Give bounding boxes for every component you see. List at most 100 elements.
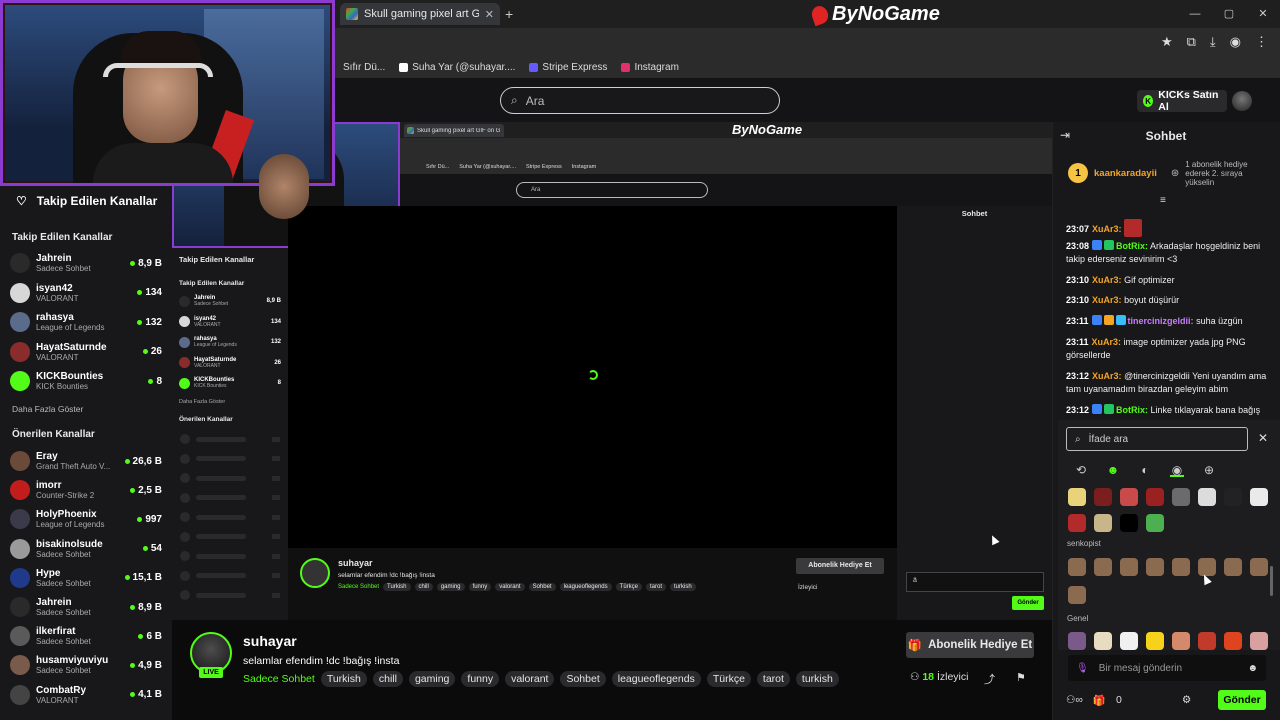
- sidebar-channel-holyphoenix[interactable]: HolyPhoenix League of Legends 997: [10, 506, 162, 532]
- maximize-button[interactable]: ▢: [1212, 0, 1246, 28]
- sidebar-channel-hype[interactable]: Hype Sadece Sohbet 15,1 B: [10, 565, 162, 591]
- emote[interactable]: [1224, 488, 1242, 506]
- sidebar-channel-hayatsaturnde[interactable]: HayatSaturnde VALORANT 26: [10, 339, 162, 365]
- tag-chip[interactable]: Türkçe: [706, 671, 751, 687]
- message-username[interactable]: XuAr3:: [1092, 371, 1122, 381]
- bookmark-item[interactable]: Stripe Express: [529, 62, 607, 73]
- tag-chip[interactable]: funny: [461, 671, 500, 687]
- tag-chip[interactable]: leagueoflegends: [611, 671, 701, 687]
- sidebar-channel-eray[interactable]: Eray Grand Theft Auto V... 26,6 B: [10, 448, 162, 474]
- category-link[interactable]: Sadece Sohbet: [243, 671, 315, 687]
- gift-subscription-button[interactable]: 🎁 Abonelik Hediye Et: [906, 632, 1034, 658]
- gift-icon[interactable]: 🎁: [1093, 694, 1106, 707]
- extensions-icon[interactable]: ⧉: [1187, 34, 1196, 50]
- emote-scrollbar[interactable]: [1270, 566, 1273, 596]
- buy-kicks-button[interactable]: K KICKs Satın Al: [1137, 89, 1227, 113]
- sidebar-channel-rahasya[interactable]: rahasya League of Legends 132: [10, 309, 162, 335]
- channel-emotes-icon[interactable]: ◐: [1138, 463, 1152, 477]
- sidebar-channel-kickbounties[interactable]: KICKBounties KICK Bounties 8: [10, 368, 162, 394]
- global-emotes-icon[interactable]: ⊕: [1202, 463, 1216, 477]
- message-username[interactable]: XuAr3:: [1092, 295, 1122, 305]
- emote[interactable]: [1068, 586, 1086, 604]
- search-input[interactable]: ⌕ Ara: [500, 87, 780, 114]
- gifter-name[interactable]: kaankaradayii: [1094, 168, 1157, 179]
- more-options-icon[interactable]: ⚑: [1016, 671, 1026, 684]
- recent-emotes-icon[interactable]: ⟲: [1074, 463, 1088, 477]
- tag-chip[interactable]: turkish: [795, 671, 839, 687]
- emote[interactable]: [1094, 488, 1112, 506]
- tag-chip[interactable]: chill: [372, 671, 403, 687]
- bookmark-star-icon[interactable]: ★: [1161, 34, 1173, 50]
- show-more-link[interactable]: Daha Fazla Göster: [12, 404, 83, 414]
- sidebar-channel-imorr[interactable]: imorr Counter-Strike 2 2,5 B: [10, 477, 162, 503]
- sidebar-channel-jahrein[interactable]: Jahrein Sadece Sohbet 8,9 B: [10, 594, 162, 620]
- microphone-icon[interactable]: 🎙: [1076, 663, 1089, 674]
- message-username[interactable]: XuAr3:: [1092, 275, 1122, 285]
- emote[interactable]: [1094, 558, 1112, 576]
- tab-close-icon[interactable]: ✕: [485, 8, 494, 21]
- message-username[interactable]: XuAr3:: [1092, 224, 1122, 234]
- emote[interactable]: [1250, 632, 1268, 650]
- address-bar[interactable]: [335, 28, 1280, 56]
- message-username[interactable]: XuAr3:: [1092, 337, 1122, 347]
- emote[interactable]: [1068, 488, 1086, 506]
- emote[interactable]: [1172, 488, 1190, 506]
- emote[interactable]: [1198, 632, 1216, 650]
- emote[interactable]: [1120, 632, 1138, 650]
- close-icon[interactable]: ✕: [1258, 431, 1268, 445]
- user-avatar[interactable]: [1232, 91, 1252, 111]
- window-close-button[interactable]: ✕: [1246, 0, 1280, 28]
- browser-menu-icon[interactable]: ⋮: [1255, 34, 1268, 50]
- profile-icon[interactable]: ◉: [1230, 34, 1241, 50]
- emote[interactable]: [1094, 632, 1112, 650]
- sidebar-channel-ilkerfirat[interactable]: ilkerfirat Sadece Sohbet 6 B: [10, 623, 162, 649]
- emote[interactable]: [1120, 558, 1138, 576]
- emote[interactable]: [1172, 558, 1190, 576]
- bookmark-item[interactable]: Sıfır Dü...: [343, 62, 385, 73]
- message-username[interactable]: BotRix:: [1116, 241, 1148, 251]
- emote[interactable]: [1224, 632, 1242, 650]
- emote[interactable]: [1120, 514, 1138, 532]
- bookmark-item[interactable]: Suha Yar (@suhayar....: [399, 62, 515, 73]
- sidebar-header[interactable]: ♡ Takip Edilen Kanallar: [0, 188, 172, 214]
- points-icon[interactable]: ⚇∞: [1066, 694, 1083, 706]
- tag-chip[interactable]: tarot: [756, 671, 790, 687]
- emote[interactable]: [1146, 514, 1164, 532]
- emote-search-input[interactable]: ⌕ İfade ara: [1066, 427, 1248, 451]
- send-button[interactable]: Gönder: [1218, 690, 1266, 710]
- browser-tab[interactable]: Skull gaming pixel art GIF on G ✕: [340, 3, 500, 25]
- tag-chip[interactable]: valorant: [505, 671, 555, 687]
- streamer-name[interactable]: suhayar: [243, 633, 297, 649]
- sidebar-channel-husamviyuviyu[interactable]: husamviyuviyu Sadece Sohbet 4,9 B: [10, 652, 162, 678]
- emote[interactable]: [1224, 558, 1242, 576]
- tag-chip[interactable]: Turkish: [320, 671, 367, 687]
- minimize-button[interactable]: —: [1178, 0, 1212, 28]
- sidebar-channel-bisakinolsude[interactable]: bisakinolsude Sadece Sohbet 54: [10, 536, 162, 562]
- sidebar-channel-isyan42[interactable]: isyan42 VALORANT 134: [10, 280, 162, 306]
- emote[interactable]: [1146, 558, 1164, 576]
- pinned-expand-icon[interactable]: ≡: [1160, 195, 1166, 206]
- emote-picker-icon[interactable]: ☻: [1247, 663, 1258, 674]
- download-icon[interactable]: ⤓: [1210, 34, 1216, 50]
- message-username[interactable]: BotRix:: [1116, 405, 1148, 415]
- message-username[interactable]: tinercinizgeldii:: [1128, 316, 1194, 326]
- streamer-emotes-icon[interactable]: ◉: [1170, 463, 1184, 477]
- emote[interactable]: [1146, 632, 1164, 650]
- kick-emotes-icon[interactable]: ☻: [1106, 463, 1120, 477]
- emote[interactable]: [1198, 488, 1216, 506]
- sidebar-channel-jahrein[interactable]: Jahrein Sadece Sohbet 8,9 B: [10, 250, 162, 276]
- chat-input[interactable]: 🎙 Bir mesaj gönderin ☻: [1068, 655, 1266, 681]
- share-icon[interactable]: ⤴: [984, 671, 995, 687]
- emote[interactable]: [1250, 558, 1268, 576]
- emote[interactable]: [1172, 632, 1190, 650]
- emote[interactable]: [1120, 488, 1138, 506]
- tag-chip[interactable]: Sohbet: [560, 671, 606, 687]
- emote[interactable]: [1094, 514, 1112, 532]
- bookmark-item[interactable]: Instagram: [621, 62, 679, 73]
- emote[interactable]: [1068, 632, 1086, 650]
- emote[interactable]: [1068, 514, 1086, 532]
- emote[interactable]: [1068, 558, 1086, 576]
- sidebar-channel-combatry[interactable]: CombatRy VALORANT 4,1 B: [10, 682, 162, 708]
- emote[interactable]: [1250, 488, 1268, 506]
- settings-icon[interactable]: ⚙: [1182, 694, 1191, 706]
